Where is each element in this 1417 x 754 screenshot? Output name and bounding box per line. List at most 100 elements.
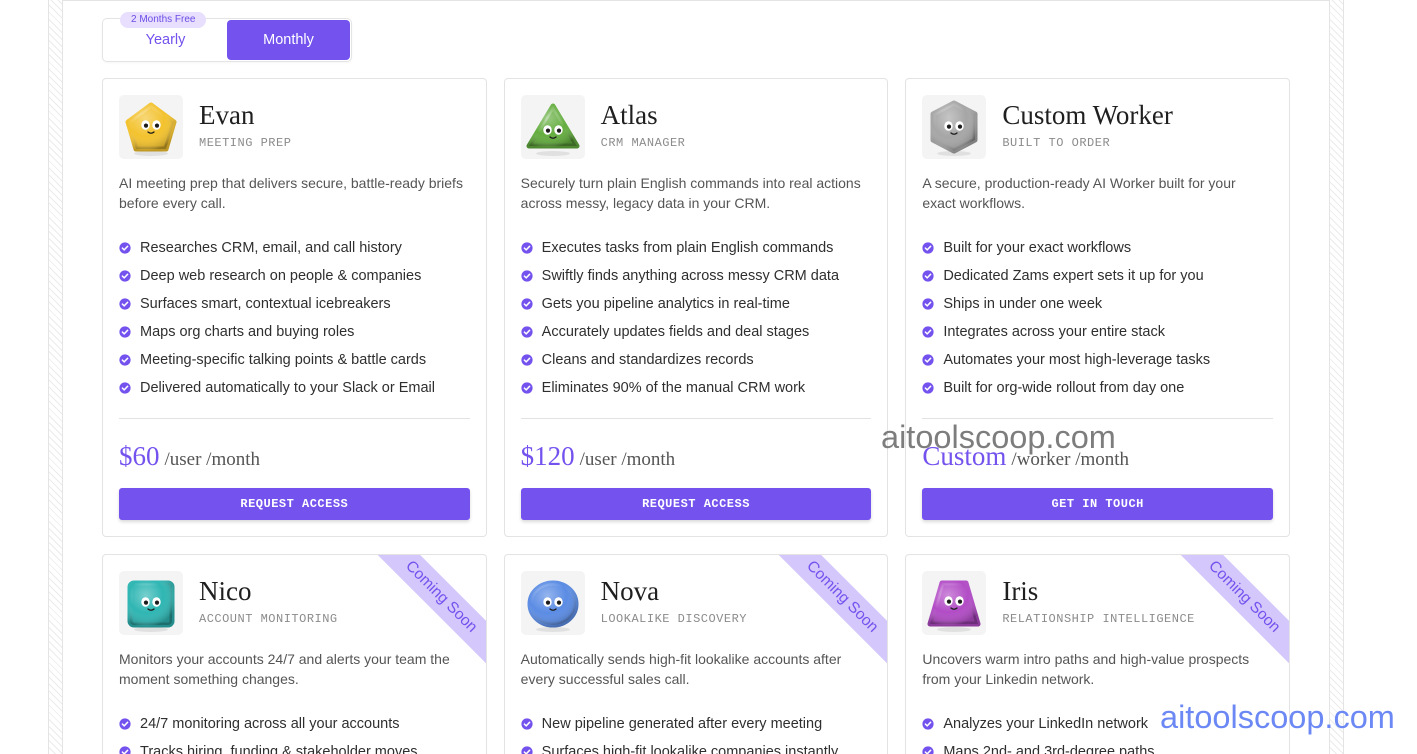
feature-text: Eliminates 90% of the manual CRM work [541, 380, 806, 396]
worker-role: ACCOUNT MONITORING [199, 612, 338, 626]
feature-item: New pipeline generated after every meeti… [521, 710, 872, 738]
worker-avatar [119, 95, 183, 159]
request-access-button[interactable]: REQUEST ACCESS [119, 488, 470, 520]
check-circle-icon [521, 326, 533, 338]
worker-avatar [922, 95, 987, 159]
ai-worker-cards-grid: Evan MEETING PREP AI meeting prep that d… [102, 78, 1290, 754]
feature-text: Meeting-specific talking points & battle… [140, 352, 427, 368]
feature-list: New pipeline generated after every meeti… [521, 710, 872, 754]
divider [119, 418, 470, 419]
feature-text: Executes tasks from plain English comman… [541, 240, 834, 256]
feature-text: Maps org charts and buying roles [140, 324, 355, 340]
feature-list: Built for your exact workflows Dedicated … [922, 234, 1273, 402]
hexagon-mascot-icon [930, 100, 978, 156]
get-in-touch-button[interactable]: GET IN TOUCH [922, 488, 1273, 520]
check-circle-icon [521, 298, 533, 310]
worker-card-custom-worker: Custom Worker BUILT TO ORDER A secure, p… [905, 78, 1290, 537]
worker-description: AI meeting prep that delivers secure, ba… [119, 175, 463, 211]
worker-avatar [520, 571, 585, 635]
price-amount: $60 [119, 441, 160, 471]
check-circle-icon [119, 270, 131, 282]
two-months-free-badge: 2 Months Free [120, 12, 207, 28]
worker-card-iris: Coming Soon Iris RELATIONSHIP INTELLIGEN… [905, 554, 1290, 754]
feature-item: Dedicated Zams expert sets it up for you [922, 262, 1273, 290]
price-amount: Custom [922, 441, 1007, 471]
feature-text: Integrates across your entire stack [943, 324, 1165, 340]
worker-role: BUILT TO ORDER [1002, 136, 1111, 150]
request-access-button[interactable]: REQUEST ACCESS [520, 488, 872, 520]
worker-avatar [119, 571, 183, 635]
feature-item: Automates your most high-leverage tasks [922, 346, 1273, 374]
feature-item: Built for your exact workflows [922, 234, 1273, 262]
price-unit: /user /month [579, 449, 676, 470]
worker-role: RELATIONSHIP INTELLIGENCE [1002, 612, 1195, 626]
feature-text: New pipeline generated after every meeti… [541, 716, 823, 732]
check-circle-icon [922, 382, 934, 394]
feature-text: Automates your most high-leverage tasks [943, 352, 1211, 368]
worker-card-evan: Evan MEETING PREP AI meeting prep that d… [102, 78, 487, 537]
feature-text: Tracks hiring, funding & stakeholder mov… [140, 744, 418, 754]
card-titles: Evan MEETING PREP [199, 100, 291, 159]
worker-card-nico: Coming Soon Nico ACCOUNT MONITORING Moni… [102, 554, 487, 754]
feature-item: Tracks hiring, funding & stakeholder mov… [119, 738, 470, 754]
check-circle-icon [521, 270, 533, 282]
feature-text: Surfaces high-fit lookalike companies in… [541, 744, 839, 754]
feature-text: Delivered automatically to your Slack or… [140, 380, 435, 396]
check-circle-icon [119, 298, 131, 310]
billing-period-toggle: 2 Months Free Yearly Monthly [102, 12, 352, 62]
worker-name: Iris [1002, 576, 1039, 606]
check-circle-icon [521, 354, 533, 366]
check-circle-icon [119, 382, 131, 394]
card-header: Atlas CRM MANAGER [520, 95, 872, 159]
worker-avatar [520, 95, 585, 159]
check-circle-icon [521, 746, 533, 754]
feature-item: Maps org charts and buying roles [119, 318, 470, 346]
feature-text: Built for org-wide rollout from day one [943, 380, 1185, 396]
monthly-option[interactable]: Monthly [227, 20, 350, 60]
worker-description: Uncovers warm intro paths and high-value… [922, 651, 1250, 687]
feature-item: 24/7 monitoring across all your accounts [119, 710, 470, 738]
blob-mascot-icon [527, 580, 579, 632]
check-circle-icon [922, 270, 934, 282]
price-unit: /user /month [164, 449, 261, 470]
feature-list: Analyzes your LinkedIn network Maps 2nd- … [922, 710, 1273, 754]
card-titles: Atlas CRM MANAGER [601, 100, 686, 159]
divider [520, 418, 872, 419]
feature-item: Deep web research on people & companies [119, 262, 470, 290]
card-header: Custom Worker BUILT TO ORDER [922, 95, 1273, 159]
feature-item: Gets you pipeline analytics in real-time [521, 290, 872, 318]
check-circle-icon [119, 242, 131, 254]
worker-card-atlas: Atlas CRM MANAGER Securely turn plain En… [503, 78, 889, 537]
feature-item: Delivered automatically to your Slack or… [119, 374, 470, 402]
feature-item: Surfaces high-fit lookalike companies in… [521, 738, 872, 754]
worker-avatar [922, 571, 987, 635]
worker-description: Securely turn plain English commands int… [520, 175, 861, 211]
feature-text: Accurately updates fields and deal stage… [541, 324, 810, 340]
check-circle-icon [922, 326, 934, 338]
worker-name: Nico [199, 576, 252, 606]
feature-item: Integrates across your entire stack [922, 318, 1273, 346]
check-circle-icon [119, 354, 131, 366]
check-circle-icon [521, 382, 533, 394]
price-amount: $120 [520, 441, 575, 471]
worker-role: MEETING PREP [199, 136, 292, 150]
cube-mascot-icon [127, 580, 175, 632]
pricing-page: 2 Months Free Yearly Monthly Evan MEETIN… [0, 0, 1417, 754]
worker-description: Automatically sends high-fit lookalike a… [520, 651, 842, 687]
check-circle-icon [922, 354, 934, 366]
check-circle-icon [119, 718, 131, 730]
pentagon-mascot-icon [125, 102, 177, 156]
worker-role: LOOKALIKE DISCOVERY [600, 612, 747, 626]
feature-item: Eliminates 90% of the manual CRM work [521, 374, 872, 402]
worker-card-nova: Coming Soon Nova LOOKALIKE DISCOVERY Aut… [503, 554, 889, 754]
price: $120 /user /month [521, 438, 872, 474]
feature-item: Meeting-specific talking points & battle… [119, 346, 470, 374]
check-circle-icon [119, 746, 131, 754]
right-hatched-rail [1329, 0, 1344, 754]
feature-text: Maps 2nd- and 3rd-degree paths [943, 744, 1155, 754]
feature-item: Surfaces smart, contextual icebreakers [119, 290, 470, 318]
feature-item: Ships in under one week [922, 290, 1273, 318]
check-circle-icon [922, 718, 934, 730]
feature-text: Researches CRM, email, and call history [140, 240, 402, 256]
card-header: Evan MEETING PREP [119, 95, 470, 159]
